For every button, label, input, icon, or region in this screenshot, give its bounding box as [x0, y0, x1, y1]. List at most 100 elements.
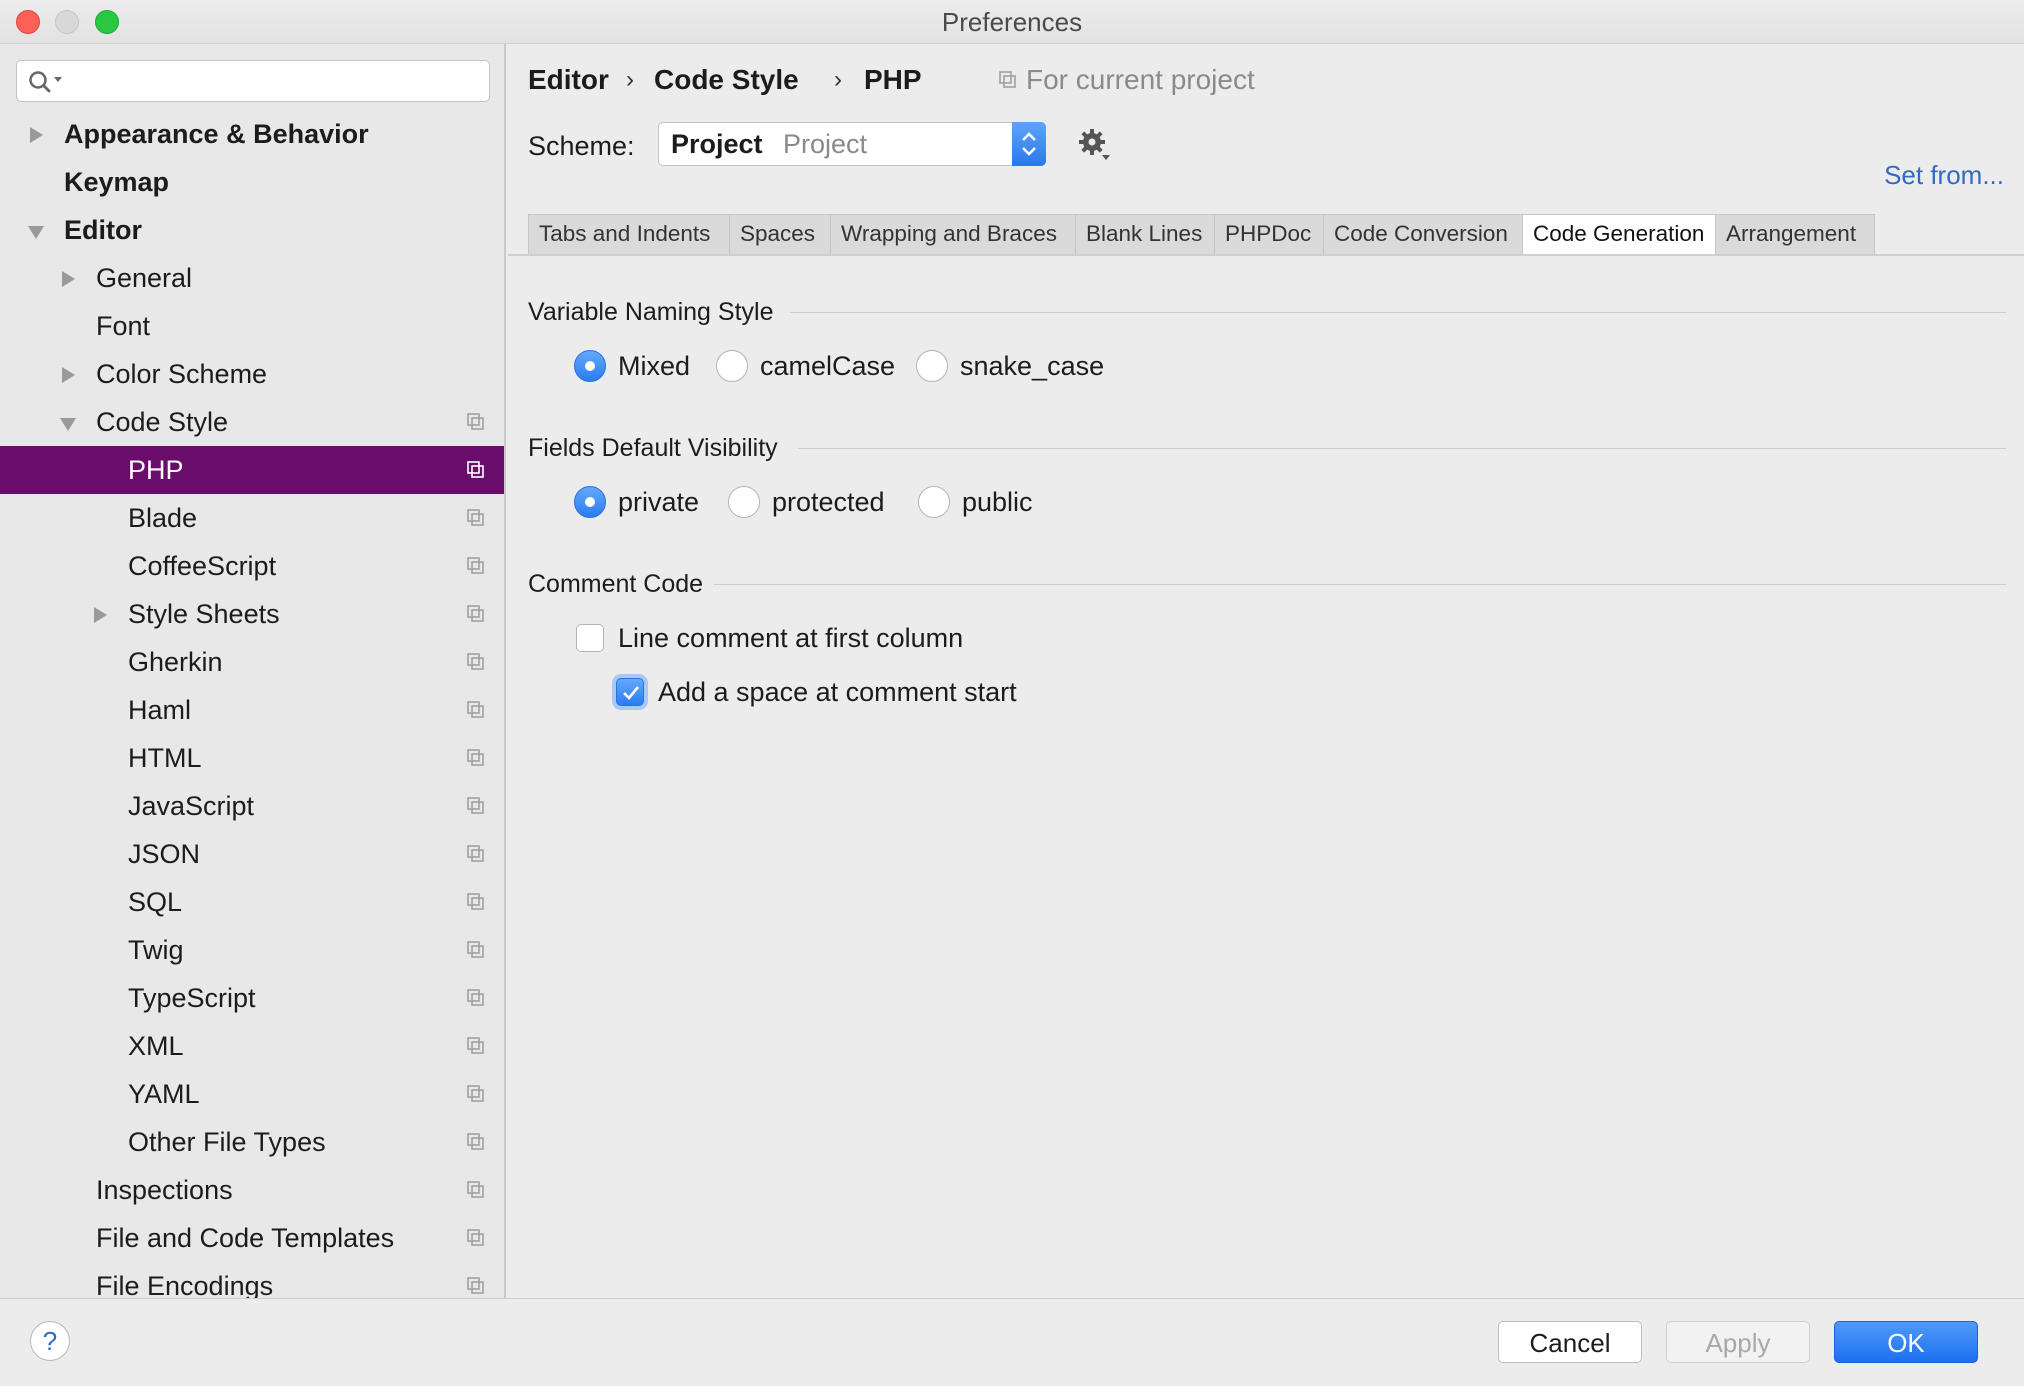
checkbox-checked[interactable] [616, 678, 644, 706]
checkmark-icon [623, 686, 640, 700]
search-input[interactable] [71, 65, 481, 97]
breadcrumb-separator: › [834, 66, 842, 93]
project-scope-icon [467, 1181, 484, 1198]
settings-content: Editor › Code Style › PHP For current pr… [508, 44, 2024, 1298]
sidebar-item-general[interactable]: General [0, 254, 504, 302]
sidebar-item-code-style[interactable]: Code Style [0, 398, 504, 446]
sidebar-item-coffeescript[interactable]: CoffeeScript [0, 542, 504, 590]
tab-wrapping-and-braces[interactable]: Wrapping and Braces [830, 214, 1076, 254]
for-current-project-note: For current project [1026, 64, 1255, 95]
project-scope-icon [467, 1133, 484, 1150]
scheme-dropdown-stepper[interactable] [1012, 122, 1046, 166]
sidebar-item-typescript[interactable]: TypeScript [0, 974, 504, 1022]
tab-blank-lines[interactable]: Blank Lines [1075, 214, 1215, 254]
radio-button-checked[interactable] [574, 486, 606, 518]
project-scope-icon [467, 845, 484, 862]
project-scope-icon [467, 797, 484, 814]
sidebar-item-haml[interactable]: Haml [0, 686, 504, 734]
window-title: Preferences [941, 7, 1083, 37]
radio-button[interactable] [916, 350, 948, 382]
sidebar-item-twig[interactable]: Twig [0, 926, 504, 974]
project-scope-icon [467, 653, 484, 670]
section-divider [790, 312, 2006, 313]
cancel-button[interactable]: Cancel [1498, 1321, 1642, 1363]
project-scope-icon [467, 461, 484, 478]
breadcrumb-separator: › [626, 66, 634, 93]
project-scope-icon [467, 893, 484, 910]
sidebar-item-sql[interactable]: SQL [0, 878, 504, 926]
radio-button[interactable] [728, 486, 760, 518]
sidebar-item-appearance-behavior[interactable]: Appearance & Behavior [0, 110, 504, 158]
sidebar-item-keymap[interactable]: Keymap [0, 158, 504, 206]
fields-default-visibility-title: Fields Default Visibility [528, 434, 778, 462]
variable-naming-style-title: Variable Naming Style [528, 298, 774, 326]
scheme-name: Project [671, 129, 763, 159]
sidebar-item-other-file-types[interactable]: Other File Types [0, 1118, 504, 1166]
project-scope-icon [467, 749, 484, 766]
apply-button[interactable]: Apply [1666, 1321, 1810, 1363]
project-scope-icon [467, 557, 484, 574]
tab-code-generation[interactable]: Code Generation [1522, 214, 1716, 254]
sidebar-item-javascript[interactable]: JavaScript [0, 782, 504, 830]
scheme-label: Scheme: [528, 131, 635, 161]
tab-arrangement[interactable]: Arrangement [1715, 214, 1875, 254]
tab-spaces[interactable]: Spaces [729, 214, 831, 254]
scheme-select[interactable]: Project Project [658, 122, 1046, 166]
radio-button[interactable] [716, 350, 748, 382]
expand-arrow-icon[interactable] [30, 127, 43, 143]
breadcrumb-php: PHP [864, 64, 922, 95]
radio-button-checked[interactable] [574, 350, 606, 382]
project-scope-icon [467, 1085, 484, 1102]
gear-icon[interactable] [1076, 126, 1112, 162]
tab-tabs-and-indents[interactable]: Tabs and Indents [528, 214, 730, 254]
help-button[interactable]: ? [30, 1321, 70, 1361]
ok-button[interactable]: OK [1834, 1321, 1978, 1363]
sidebar-item-blade[interactable]: Blade [0, 494, 504, 542]
project-scope-icon [467, 989, 484, 1006]
sidebar-item-html[interactable]: HTML [0, 734, 504, 782]
expand-arrow-icon[interactable] [62, 271, 75, 287]
sidebar-item-gherkin[interactable]: Gherkin [0, 638, 504, 686]
collapse-arrow-icon[interactable] [28, 226, 44, 239]
comment-code-title: Comment Code [528, 570, 704, 598]
settings-sidebar: Appearance & Behavior Keymap Editor Gene… [0, 44, 506, 1298]
collapse-arrow-icon[interactable] [60, 418, 76, 431]
sidebar-item-editor[interactable]: Editor [0, 206, 504, 254]
breadcrumb-editor: Editor [528, 64, 609, 95]
checkbox-unchecked[interactable] [576, 624, 604, 652]
expand-arrow-icon[interactable] [62, 367, 75, 383]
project-scope-icon [999, 71, 1016, 88]
sidebar-item-style-sheets[interactable]: Style Sheets [0, 590, 504, 638]
sidebar-item-json[interactable]: JSON [0, 830, 504, 878]
project-scope-icon [467, 1229, 484, 1246]
project-scope-icon [467, 1277, 484, 1294]
preferences-window: Preferences Appearance & Behavior Keymap… [0, 0, 2024, 1386]
sidebar-item-file-and-code-templates[interactable]: File and Code Templates [0, 1214, 504, 1262]
up-down-chevron-icon [1022, 132, 1036, 156]
search-icon [29, 71, 62, 93]
tab-divider [508, 254, 2024, 256]
sidebar-item-inspections[interactable]: Inspections [0, 1166, 504, 1214]
title-bar: Preferences [0, 0, 2024, 44]
sidebar-item-font[interactable]: Font [0, 302, 504, 350]
tab-phpdoc[interactable]: PHPDoc [1214, 214, 1324, 254]
sidebar-item-php[interactable]: PHP [0, 446, 504, 494]
tab-code-conversion[interactable]: Code Conversion [1323, 214, 1523, 254]
project-scope-icon [467, 509, 484, 526]
breadcrumb-code-style: Code Style [654, 64, 799, 95]
radio-button[interactable] [918, 486, 950, 518]
project-scope-icon [467, 701, 484, 718]
sidebar-item-color-scheme[interactable]: Color Scheme [0, 350, 504, 398]
project-scope-icon [467, 605, 484, 622]
set-from-link[interactable]: Set from... [1884, 160, 2004, 191]
sidebar-item-xml[interactable]: XML [0, 1022, 504, 1070]
section-divider [714, 584, 2006, 585]
dialog-footer: ? Cancel Apply OK [0, 1298, 2024, 1386]
search-box[interactable] [16, 60, 490, 102]
sidebar-item-yaml[interactable]: YAML [0, 1070, 504, 1118]
scheme-type: Project [783, 129, 868, 159]
sidebar-item-file-encodings[interactable]: File Encodings [0, 1262, 504, 1298]
section-divider [798, 448, 2006, 449]
expand-arrow-icon[interactable] [94, 607, 107, 623]
project-scope-icon [467, 413, 484, 430]
